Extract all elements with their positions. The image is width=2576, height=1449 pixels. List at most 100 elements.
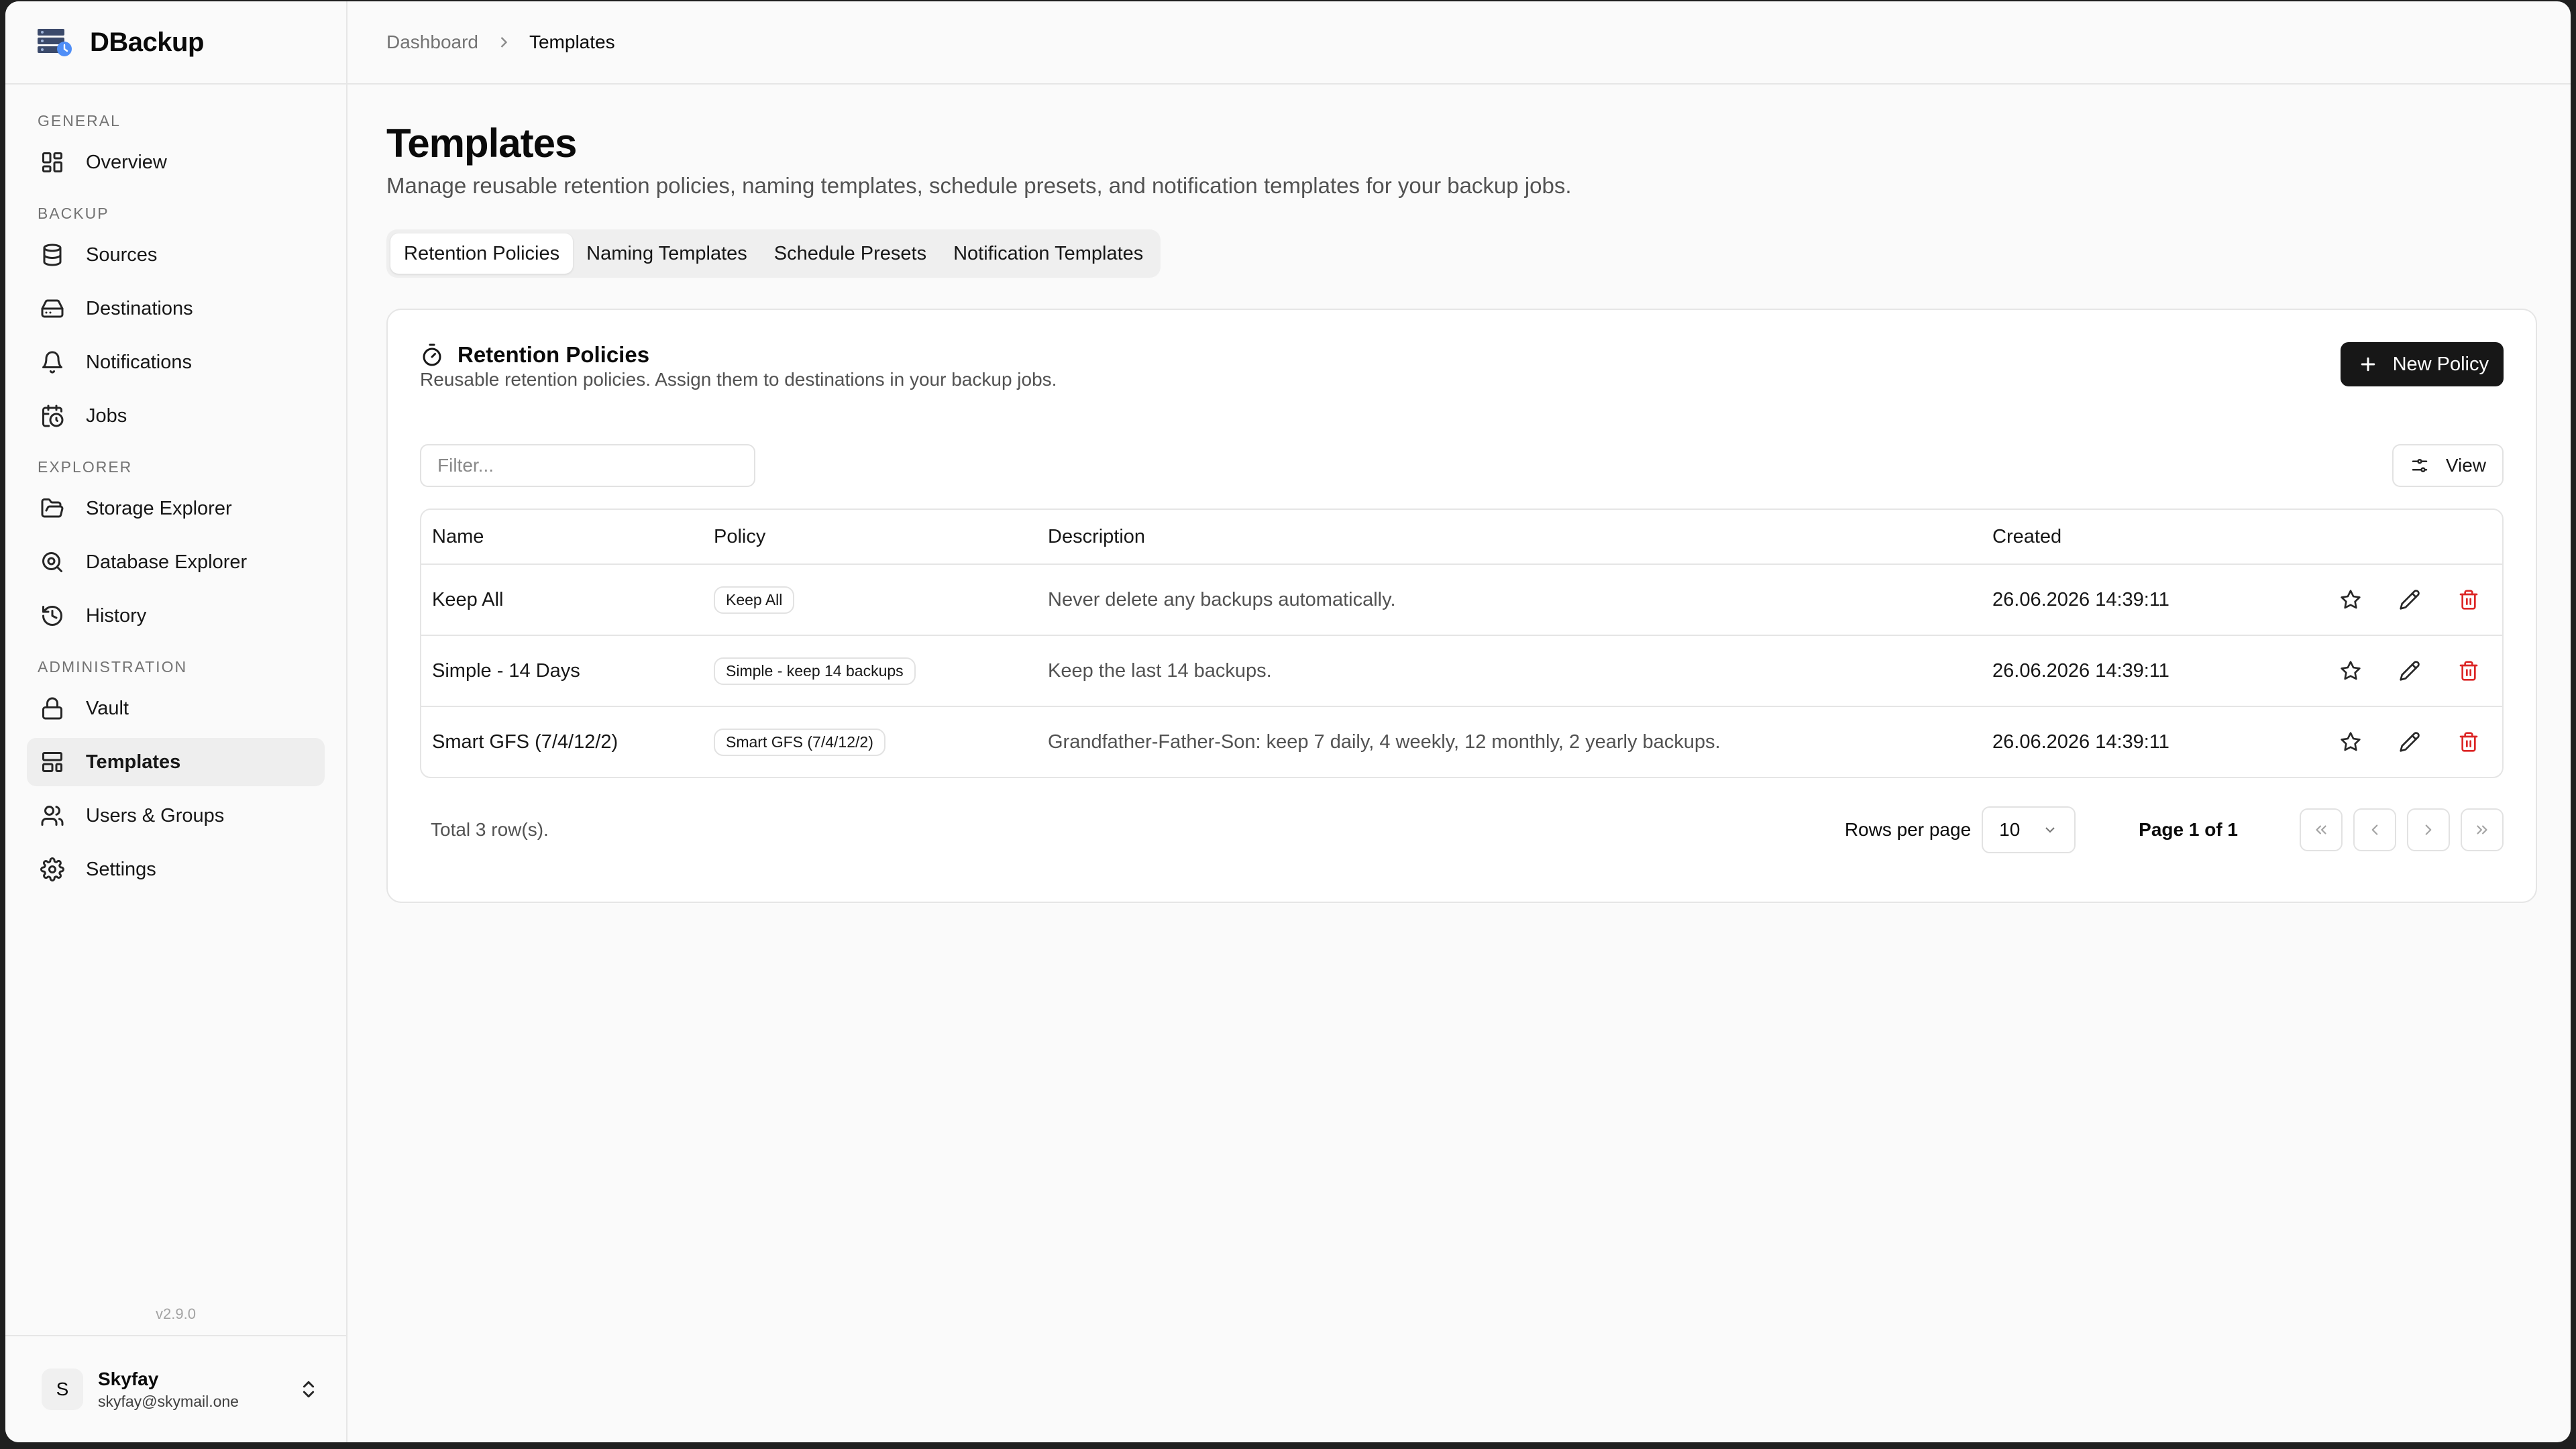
page-description: Manage reusable retention policies, nami… xyxy=(386,173,1572,198)
pencil-icon[interactable] xyxy=(2394,584,2426,616)
star-icon[interactable] xyxy=(2334,655,2367,687)
sidebar-item-history[interactable]: History xyxy=(27,592,325,640)
breadcrumb-dashboard[interactable]: Dashboard xyxy=(386,32,478,53)
cell-created: 26.06.2026 14:39:11 xyxy=(1982,564,2279,636)
tab-list: Retention Policies Naming Templates Sche… xyxy=(386,229,1161,278)
page-title: Templates xyxy=(386,121,577,166)
cell-created: 26.06.2026 14:39:11 xyxy=(1982,635,2279,707)
app-window: DBackup GENERAL Overview BACKUP Sources … xyxy=(5,1,2571,1442)
view-options-button[interactable]: View xyxy=(2392,444,2504,487)
user-name: Skyfay xyxy=(98,1368,159,1389)
retention-policies-card: Retention Policies Reusable retention po… xyxy=(386,309,2537,903)
brand[interactable]: DBackup xyxy=(5,1,346,85)
card-header: Retention Policies Reusable retention po… xyxy=(420,342,2504,390)
sidebar-item-jobs[interactable]: Jobs xyxy=(27,392,325,440)
cell-actions xyxy=(2279,564,2502,636)
sliders-icon xyxy=(2410,455,2430,476)
cell-description: Grandfather-Father-Son: keep 7 daily, 4 … xyxy=(1048,731,1721,753)
user-email: skyfay@skymail.one xyxy=(98,1392,239,1410)
app-version: v2.9.0 xyxy=(156,1305,196,1322)
trash-icon[interactable] xyxy=(2453,584,2485,616)
column-created[interactable]: Created xyxy=(1982,510,2279,565)
prev-page-button[interactable] xyxy=(2353,808,2396,851)
sidebar-item-settings[interactable]: Settings xyxy=(27,845,325,894)
last-page-button[interactable] xyxy=(2461,808,2504,851)
new-policy-label: New Policy xyxy=(2392,353,2489,375)
cell-policy: Smart GFS (7/4/12/2) xyxy=(703,706,1037,777)
table-header-row: Name Policy Description Created xyxy=(421,510,2502,565)
plus-icon xyxy=(2358,354,2378,374)
cell-policy: Keep All xyxy=(703,564,1037,636)
sidebar-item-label: Overview xyxy=(86,151,167,173)
column-description[interactable]: Description xyxy=(1037,510,1982,565)
cell-actions xyxy=(2279,635,2502,707)
cell-name: Keep All xyxy=(421,564,703,636)
table-row: Keep All Keep All Never delete any backu… xyxy=(421,564,2502,636)
nav-group-administration: ADMINISTRATION xyxy=(38,658,188,676)
sidebar-item-label: Storage Explorer xyxy=(86,497,232,519)
sidebar-item-destinations[interactable]: Destinations xyxy=(27,284,325,333)
sidebar-item-label: Templates xyxy=(86,751,181,773)
dbackup-logo-icon xyxy=(38,29,72,56)
chevrons-up-down-icon[interactable] xyxy=(298,1379,319,1400)
sidebar-item-users-groups[interactable]: Users & Groups xyxy=(27,792,325,840)
grid-icon xyxy=(40,150,64,174)
sidebar-item-overview[interactable]: Overview xyxy=(27,138,325,186)
calendar-clock-icon xyxy=(40,404,64,428)
column-policy[interactable]: Policy xyxy=(703,510,1037,565)
trash-icon[interactable] xyxy=(2453,655,2485,687)
column-name[interactable]: Name xyxy=(421,510,703,565)
cell-description: Never delete any backups automatically. xyxy=(1037,564,1982,636)
next-page-button[interactable] xyxy=(2407,808,2450,851)
tab-schedule-presets[interactable]: Schedule Presets xyxy=(761,233,940,274)
sidebar-item-vault[interactable]: Vault xyxy=(27,684,325,733)
layout-template-icon xyxy=(40,750,64,774)
cell-name: Simple - 14 Days xyxy=(421,635,703,707)
chevron-right-icon xyxy=(2425,824,2432,835)
page-content: Templates Manage reusable retention poli… xyxy=(347,85,2571,903)
user-menu[interactable]: S Skyfay skyfay@skymail.one xyxy=(5,1335,346,1442)
chevron-down-icon xyxy=(2045,827,2055,833)
card-description: Reusable retention policies. Assign them… xyxy=(420,369,1057,390)
sidebar-item-sources[interactable]: Sources xyxy=(27,231,325,279)
new-policy-button[interactable]: New Policy xyxy=(2340,342,2504,386)
sidebar-item-label: Database Explorer xyxy=(86,551,248,573)
chevron-left-icon xyxy=(2371,824,2378,835)
tab-naming-templates[interactable]: Naming Templates xyxy=(573,233,761,274)
pencil-icon[interactable] xyxy=(2394,726,2426,758)
pencil-icon[interactable] xyxy=(2394,655,2426,687)
hard-drive-icon xyxy=(40,297,64,321)
nav-group-backup: BACKUP xyxy=(38,205,109,222)
chevron-right-icon xyxy=(494,33,513,52)
user-info: Skyfay skyfay@skymail.one xyxy=(98,1368,298,1411)
sidebar-item-database-explorer[interactable]: Database Explorer xyxy=(27,538,325,586)
pagination-controls xyxy=(2300,808,2504,851)
main-content: Dashboard Templates Templates Manage reu… xyxy=(347,1,2571,1442)
cell-name: Smart GFS (7/4/12/2) xyxy=(432,731,619,753)
filter-input[interactable] xyxy=(420,444,755,487)
policy-badge: Keep All xyxy=(714,586,795,614)
users-icon xyxy=(40,804,64,828)
star-icon[interactable] xyxy=(2334,584,2367,616)
trash-icon[interactable] xyxy=(2453,726,2485,758)
tab-retention-policies[interactable]: Retention Policies xyxy=(390,233,574,274)
star-icon[interactable] xyxy=(2334,726,2367,758)
app-name: DBackup xyxy=(90,27,204,57)
rows-per-page-select[interactable]: 10 xyxy=(1982,806,2076,853)
bell-icon xyxy=(40,350,64,374)
cell-policy: Simple - keep 14 backups xyxy=(703,635,1037,707)
sidebar-item-notifications[interactable]: Notifications xyxy=(27,338,325,386)
timer-icon xyxy=(420,343,444,367)
total-rows: Total 3 row(s). xyxy=(431,819,549,840)
cell-actions xyxy=(2279,706,2502,777)
cell-created: 26.06.2026 14:39:11 xyxy=(1992,731,2169,753)
sidebar-item-label: Sources xyxy=(86,244,158,266)
avatar: S xyxy=(42,1368,83,1410)
sidebar-item-templates[interactable]: Templates xyxy=(27,738,325,786)
first-page-button[interactable] xyxy=(2300,808,2343,851)
tab-notification-templates[interactable]: Notification Templates xyxy=(940,233,1157,274)
table-toolbar: View xyxy=(420,444,2504,487)
policies-table: Name Policy Description Created Keep All… xyxy=(420,508,2504,778)
sidebar-item-storage-explorer[interactable]: Storage Explorer xyxy=(27,484,325,533)
nav-group-general: GENERAL xyxy=(38,112,121,129)
